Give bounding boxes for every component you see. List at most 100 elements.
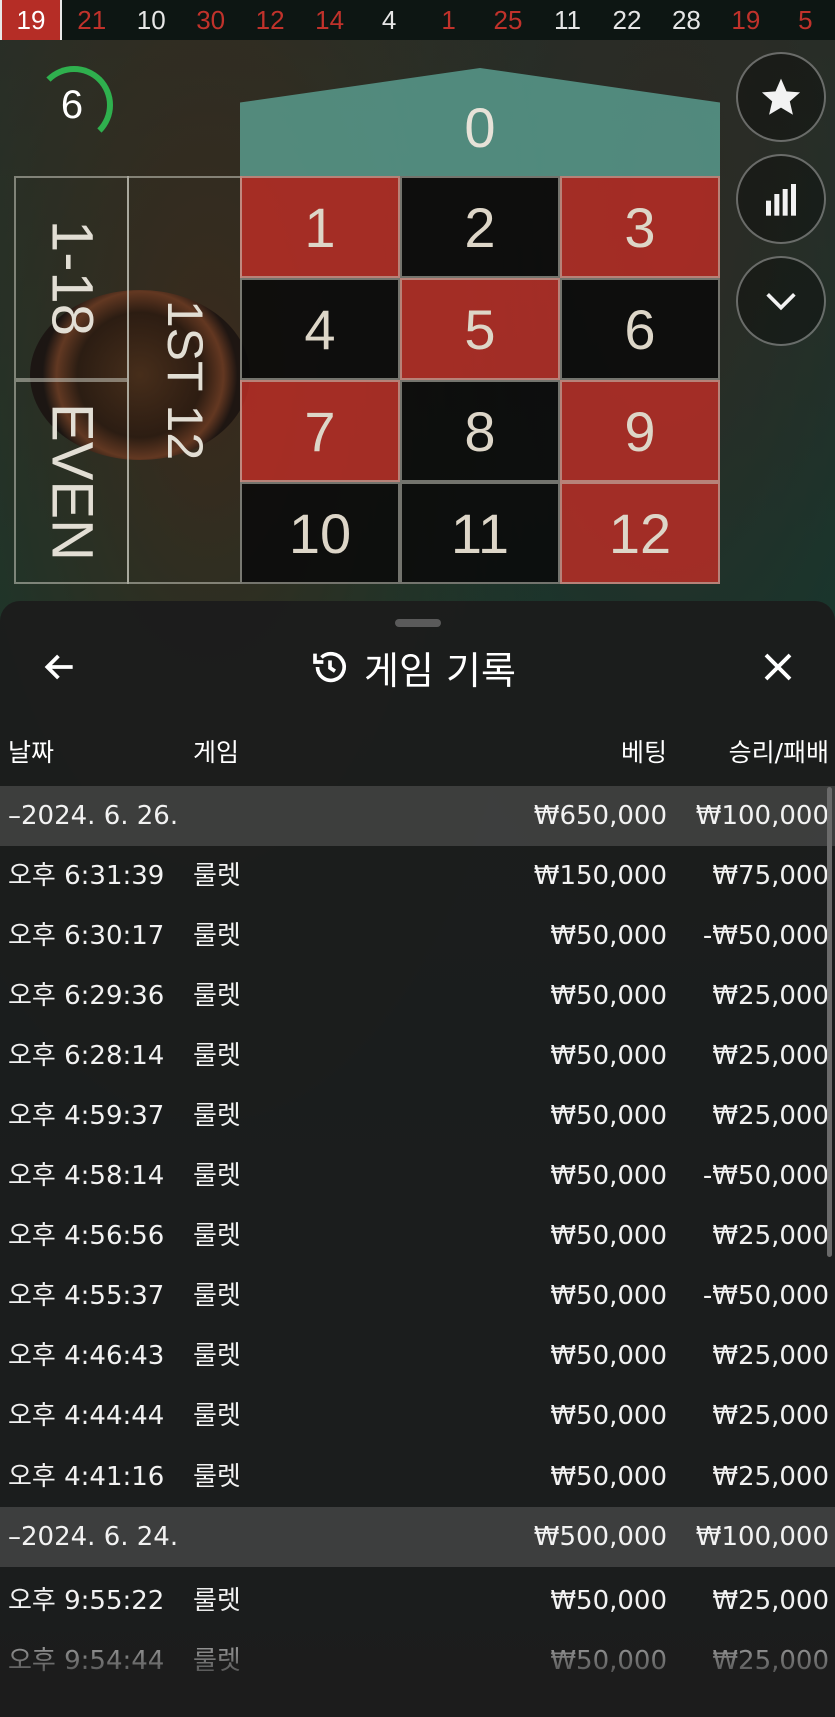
even-label: EVEN (39, 403, 104, 561)
date-cell: 오후 4:44:44 (8, 1401, 165, 1431)
result-cell: ₩25,000 (712, 1221, 829, 1251)
result-number: 5 (798, 5, 813, 35)
sheet-drag-handle[interactable] (395, 619, 441, 627)
sheet-title: 게임 기록 (364, 648, 516, 693)
bet-spot-low[interactable]: 1-18 (14, 176, 129, 380)
bet-cell: ₩50,000 (550, 921, 667, 951)
result-cell: -₩50,000 (702, 1161, 829, 1191)
date-cell: 오후 4:46:43 (8, 1341, 165, 1371)
bet-spot-number[interactable]: 4 (240, 278, 400, 380)
sheet-title-group: 게임 기록 (310, 637, 516, 697)
result-number: 30 (196, 5, 226, 35)
bet-spot-number[interactable]: 8 (400, 380, 560, 482)
result-cell: -₩50,000 (702, 921, 829, 951)
date-cell: 오후 6:28:14 (8, 1041, 165, 1071)
back-button[interactable] (38, 645, 82, 689)
bet-spot-number[interactable]: 1 (240, 176, 400, 278)
result-cell: ₩100,000 (695, 801, 829, 831)
result-cell: ₩25,000 (712, 981, 829, 1011)
bet-cell: ₩50,000 (550, 1341, 667, 1371)
result-number: 4 (381, 5, 397, 35)
results-history-strip: 19 21 10 30 12 14 4 1 25 11 22 28 19 5 (0, 0, 835, 42)
game-cell: 룰렛 (193, 861, 241, 891)
scrollbar[interactable] (827, 787, 832, 1257)
column-header-game[interactable]: 게임 (193, 733, 239, 769)
bet-spot-number[interactable]: 6 (560, 278, 720, 380)
result-number: 14 (315, 5, 345, 35)
bet-spot-number[interactable]: 2 (400, 176, 560, 278)
countdown-timer: 6 (35, 66, 113, 144)
bet-spot-number[interactable]: 3 (560, 176, 720, 278)
favorite-button[interactable] (736, 52, 826, 142)
column-header-bet[interactable]: 베팅 (621, 733, 667, 769)
game-cell: 룰렛 (193, 981, 241, 1011)
history-row[interactable]: 오후 4:58:14 룰렛 ₩50,000 -₩50,000 (0, 1146, 835, 1206)
history-row[interactable]: 오후 6:28:14 룰렛 ₩50,000 ₩25,000 (0, 1026, 835, 1086)
bet-cell: ₩650,000 (533, 801, 667, 831)
bet-spot-number[interactable]: 5 (400, 278, 560, 380)
history-row[interactable]: 오후 4:46:43 룰렛 ₩50,000 ₩25,000 (0, 1326, 835, 1386)
bet-cell: ₩50,000 (550, 1101, 667, 1131)
history-row[interactable]: 오후 4:55:37 룰렛 ₩50,000 -₩50,000 (0, 1266, 835, 1326)
list-fade-overlay (0, 1607, 835, 1717)
bet-spot-number[interactable]: 7 (240, 380, 400, 482)
date-cell: 오후 4:56:56 (8, 1221, 165, 1251)
sheet-header: 게임 기록 (0, 629, 835, 709)
date-group-row[interactable]: –2024. 6. 24. ₩500,000 ₩100,000 (0, 1507, 835, 1567)
bet-cell: ₩500,000 (533, 1522, 667, 1552)
bet-spot-first-dozen[interactable]: 1ST 12 (127, 176, 242, 584)
bet-spot-number[interactable]: 11 (400, 482, 560, 584)
statistics-button[interactable] (736, 154, 826, 244)
date-cell: 오후 4:55:37 (8, 1281, 165, 1311)
history-row[interactable]: 오후 4:41:16 룰렛 ₩50,000 ₩25,000 (0, 1447, 835, 1507)
history-icon (313, 651, 346, 683)
game-cell: 룰렛 (193, 921, 241, 951)
result-number: 10 (136, 5, 166, 35)
bet-spot-number[interactable]: 9 (560, 380, 720, 482)
column-header-winloss[interactable]: 승리/패배 (729, 733, 829, 769)
bet-cell: ₩50,000 (550, 981, 667, 1011)
chevron-down-icon (766, 293, 796, 311)
bet-cell: ₩50,000 (550, 1281, 667, 1311)
history-row[interactable]: 오후 6:30:17 룰렛 ₩50,000 -₩50,000 (0, 906, 835, 966)
game-cell: 룰렛 (193, 1462, 241, 1492)
date-cell: –2024. 6. 26. (8, 801, 179, 831)
bet-spot-number[interactable]: 10 (240, 482, 400, 584)
bet-spot-number[interactable]: 12 (560, 482, 720, 584)
star-icon (761, 78, 801, 115)
timer-value: 6 (60, 82, 84, 127)
bet-spot-even[interactable]: EVEN (14, 380, 129, 584)
result-number: 11 (553, 5, 581, 35)
bet-cell: ₩50,000 (550, 1401, 667, 1431)
low-label: 1-18 (39, 219, 104, 337)
result-cell: ₩25,000 (712, 1401, 829, 1431)
history-row[interactable]: 오후 4:44:44 룰렛 ₩50,000 ₩25,000 (0, 1386, 835, 1446)
game-cell: 룰렛 (193, 1341, 241, 1371)
date-cell: 오후 6:31:39 (8, 861, 165, 891)
close-icon (764, 653, 792, 681)
bet-cell: ₩150,000 (533, 861, 667, 891)
bet-cell: ₩50,000 (550, 1221, 667, 1251)
history-row[interactable]: 오후 6:31:39 룰렛 ₩150,000 ₩75,000 (0, 846, 835, 906)
bet-cell: ₩50,000 (550, 1161, 667, 1191)
date-group-row[interactable]: –2024. 6. 26. ₩650,000 ₩100,000 (0, 786, 835, 846)
close-button[interactable] (756, 645, 800, 689)
date-cell: 오후 4:41:16 (8, 1462, 165, 1492)
game-cell: 룰렛 (193, 1041, 241, 1071)
bet-cell: ₩50,000 (550, 1462, 667, 1492)
history-row[interactable]: 오후 6:29:36 룰렛 ₩50,000 ₩25,000 (0, 966, 835, 1026)
date-cell: 오후 6:30:17 (8, 921, 165, 951)
history-row[interactable]: 오후 4:56:56 룰렛 ₩50,000 ₩25,000 (0, 1206, 835, 1266)
history-row[interactable]: 오후 4:59:37 룰렛 ₩50,000 ₩25,000 (0, 1086, 835, 1146)
result-cell: ₩100,000 (695, 1522, 829, 1552)
dozen-label: 1ST 12 (156, 299, 213, 461)
collapse-button[interactable] (736, 256, 826, 346)
game-cell: 룰렛 (193, 1221, 241, 1251)
result-cell: ₩25,000 (712, 1101, 829, 1131)
game-history-sheet: 게임 기록 날짜 게임 베팅 승리/패배 –2024. 6. 26. ₩650,0… (0, 601, 835, 1717)
result-cell: ₩25,000 (712, 1041, 829, 1071)
column-header-date[interactable]: 날짜 (8, 733, 54, 769)
result-cell: ₩25,000 (712, 1341, 829, 1371)
game-cell: 룰렛 (193, 1281, 241, 1311)
result-number: 21 (77, 5, 107, 35)
